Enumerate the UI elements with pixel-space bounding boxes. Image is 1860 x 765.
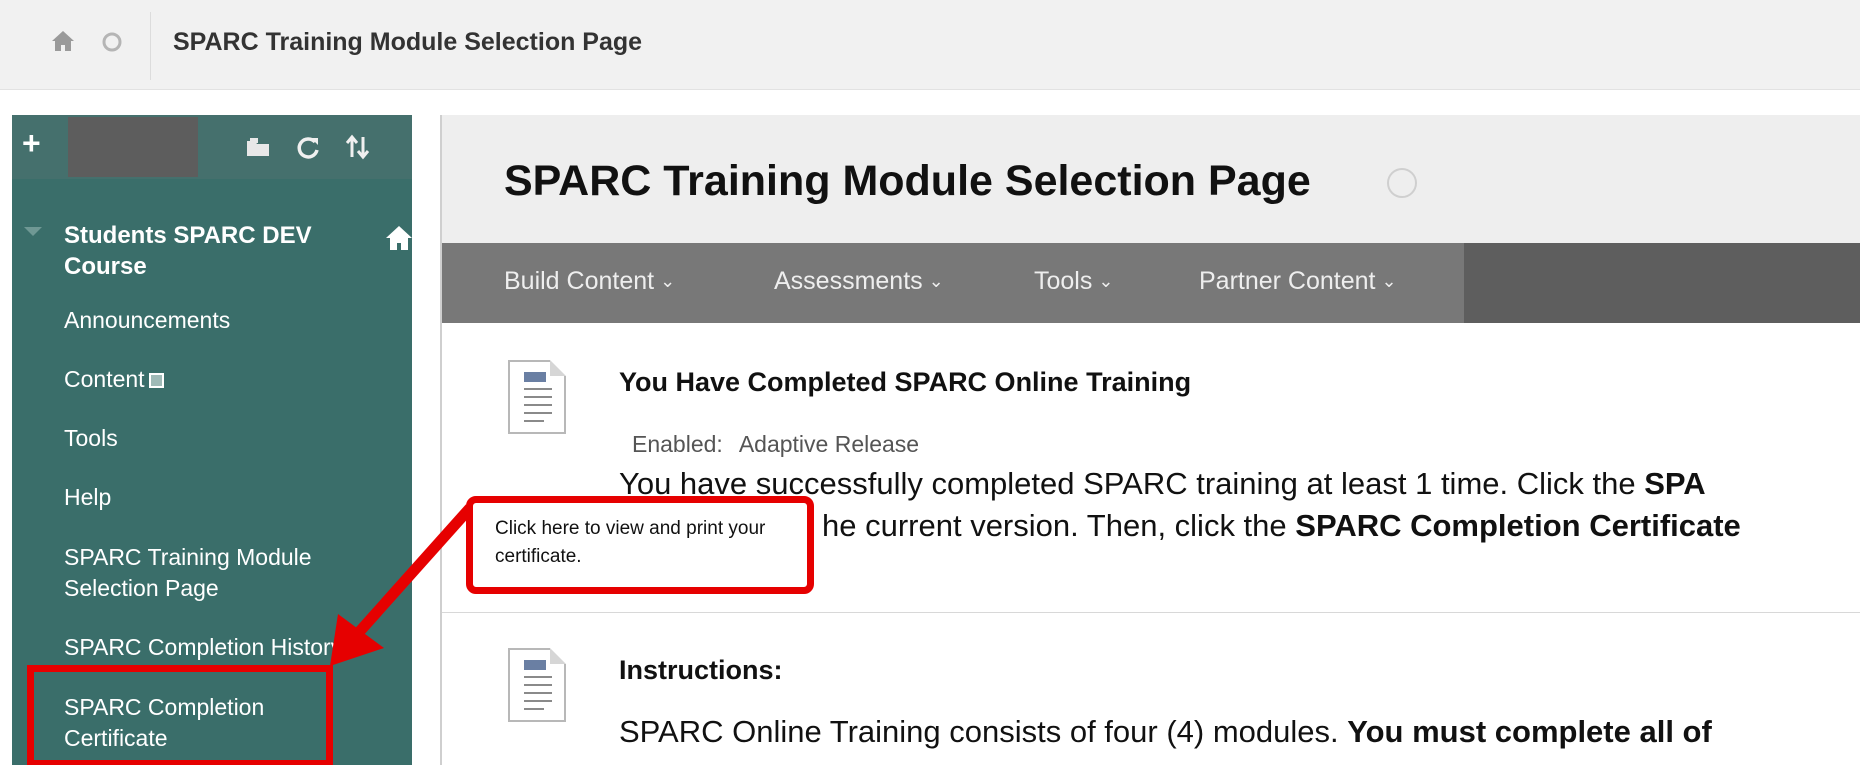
sidebar-item-label: Tools	[64, 425, 118, 451]
enabled-label: Enabled:	[632, 431, 723, 457]
sidebar-item-label: SPARC Training Module Selection Page	[64, 544, 312, 601]
page-header: SPARC Training Module Selection Page	[442, 115, 1860, 243]
partner-content-label: Partner Content	[1199, 267, 1376, 295]
text-segment: SPARC Online Training consists of four (…	[619, 714, 1348, 749]
content-item-title[interactable]: Instructions:	[619, 655, 783, 686]
build-content-menu[interactable]: Build Content ⌄	[504, 267, 675, 296]
chevron-down-icon: ⌄	[660, 271, 676, 291]
folder-icon[interactable]	[244, 133, 272, 161]
sidebar-item-help[interactable]: Help	[64, 482, 364, 513]
plus-icon[interactable]: +	[22, 125, 41, 162]
action-bar: Build Content ⌄ Assessments ⌄ Tools ⌄ Partn…	[442, 243, 1860, 323]
tools-menu[interactable]: Tools ⌄	[1034, 267, 1113, 296]
tools-label: Tools	[1034, 267, 1093, 295]
page-title: SPARC Training Module Selection Page	[504, 157, 1311, 205]
sidebar-item-label: Help	[64, 484, 112, 510]
sidebar-item-training-module-selection[interactable]: SPARC Training Module Selection Page	[64, 542, 354, 604]
document-icon	[508, 648, 566, 722]
sidebar-item-content[interactable]: Content	[64, 364, 364, 395]
breadcrumb-title[interactable]: SPARC Training Module Selection Page	[173, 28, 642, 57]
course-menu-toolbar: +	[12, 115, 412, 179]
refresh-icon[interactable]	[100, 30, 124, 54]
bold-text-segment: SPARC Completion Certificate	[1295, 508, 1741, 543]
callout-text: Click here to view and print your certif…	[495, 518, 766, 567]
course-menu-search-box[interactable]	[68, 117, 198, 177]
annotation-highlight-box	[27, 665, 333, 765]
content-area-icon	[148, 373, 164, 388]
page-options-icon[interactable]	[1387, 168, 1417, 198]
build-content-label: Build Content	[504, 267, 655, 295]
chevron-down-icon: ⌄	[1381, 271, 1397, 291]
bold-text-segment: You must complete all of	[1347, 714, 1712, 749]
screenshot-root: SPARC Training Module Selection Page + S…	[0, 0, 1860, 765]
enabled-value: Adaptive Release	[738, 431, 920, 457]
content-item-text-line: he current version. Then, click the SPAR…	[822, 508, 1741, 544]
adaptive-release-status: Enabled: Adaptive Release	[632, 431, 919, 458]
chevron-down-icon: ⌄	[1098, 271, 1114, 291]
document-icon	[508, 360, 566, 434]
annotation-callout: Click here to view and print your certif…	[466, 496, 814, 594]
text-segment: he current version. Then, click the	[822, 508, 1296, 543]
partner-content-menu[interactable]: Partner Content ⌄	[1199, 267, 1397, 296]
home-icon[interactable]	[50, 28, 76, 54]
sidebar-item-completion-history[interactable]: SPARC Completion History	[64, 632, 364, 663]
sort-icon[interactable]	[344, 133, 372, 161]
sidebar-item-label: SPARC Completion History	[64, 634, 343, 660]
assessments-menu[interactable]: Assessments ⌄	[774, 267, 944, 296]
breadcrumb-divider	[150, 12, 151, 80]
sidebar-item-announcements[interactable]: Announcements	[64, 305, 364, 336]
chevron-down-icon: ⌄	[928, 271, 944, 291]
sidebar-item-tools[interactable]: Tools	[64, 423, 364, 454]
bold-text-segment: SPA	[1644, 466, 1706, 501]
sidebar-item-label: Announcements	[64, 307, 231, 333]
assessments-label: Assessments	[774, 267, 923, 295]
content-item-text-line: SPARC Online Training consists of four (…	[619, 714, 1712, 750]
course-title[interactable]: Students SPARC DEV Course	[64, 220, 324, 282]
content-item-divider	[442, 612, 1860, 613]
refresh-icon[interactable]	[294, 133, 322, 161]
course-home-icon[interactable]	[384, 223, 414, 253]
sidebar-item-label: Content	[64, 366, 145, 392]
content-item-title[interactable]: You Have Completed SPARC Online Training	[619, 367, 1191, 398]
breadcrumb-bar: SPARC Training Module Selection Page	[0, 0, 1860, 90]
collapse-caret-icon[interactable]	[24, 227, 42, 236]
